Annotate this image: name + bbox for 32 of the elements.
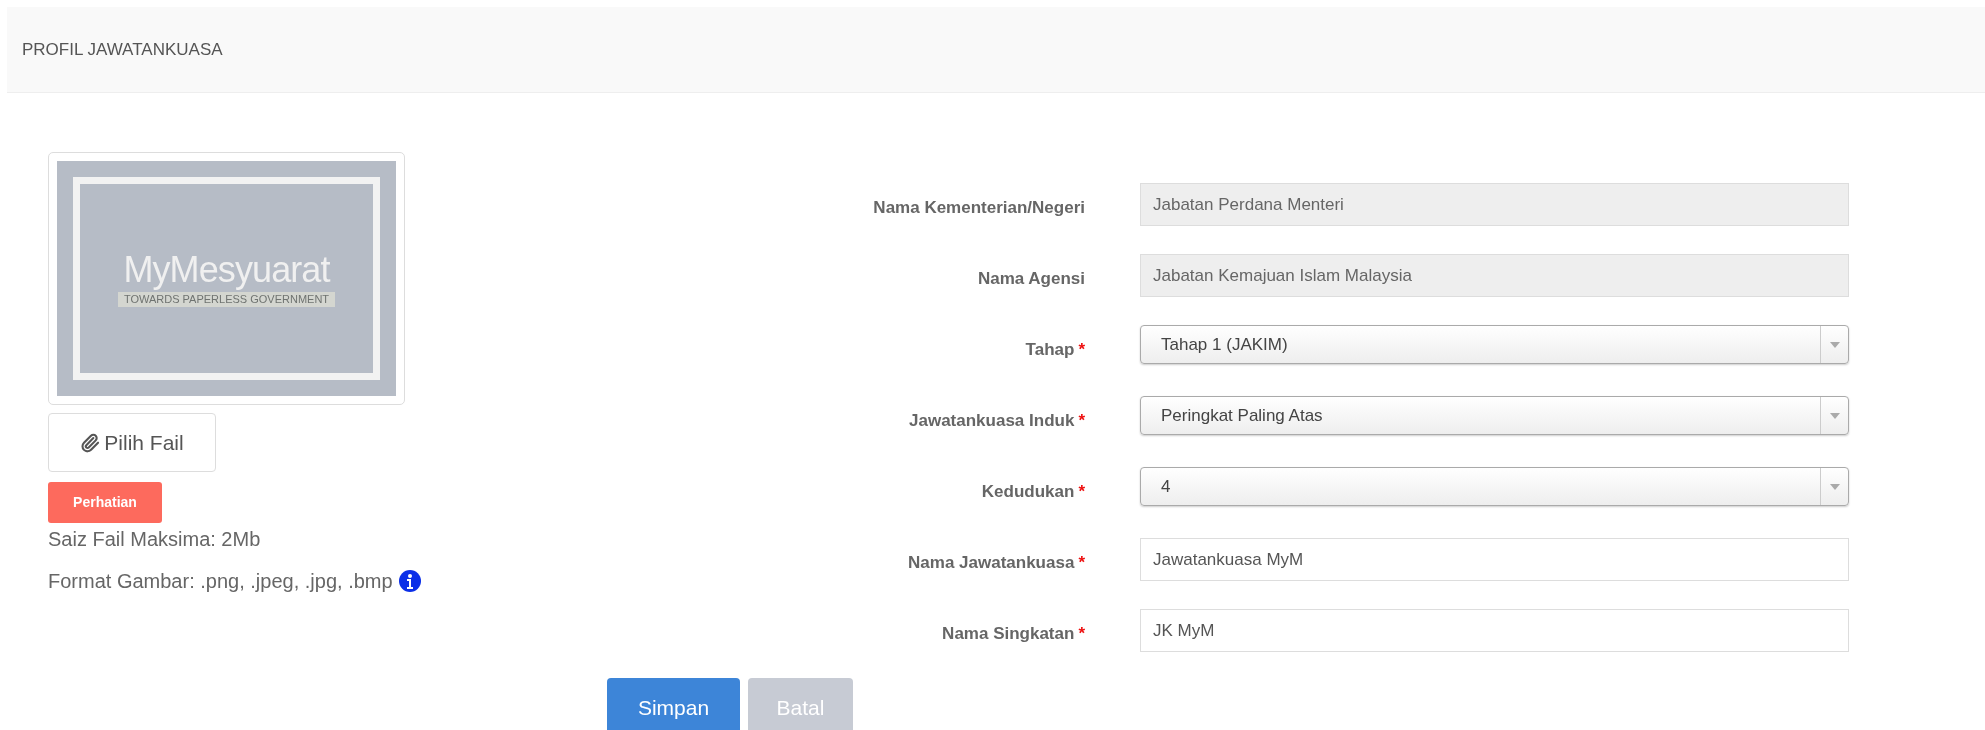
notice-text: Format Gambar: .png, .jpeg, .jpg, .bmp [48, 569, 393, 593]
field-label: Nama Jawatankuasa [908, 552, 1075, 574]
field-label: Nama Agensi [977, 268, 1085, 290]
notice-badge: Perhatian [48, 482, 162, 523]
info-icon [398, 570, 421, 592]
paperclip-icon [80, 432, 101, 453]
field-label: Jawatankuasa Induk [909, 410, 1075, 432]
caret-icon [1829, 412, 1840, 419]
input-field[interactable]: Jawatankuasa MyM [1140, 538, 1849, 581]
logo-tagline: TOWARDS PAPERLESS GOVERNMENT [117, 292, 336, 307]
input-field[interactable]: Jabatan Perdana Menteri [1140, 183, 1849, 226]
page-title: PROFIL JAWATANKUASA [22, 38, 223, 61]
field-label: Nama Kementerian/Negeri [873, 197, 1085, 219]
required-mark: * [1078, 481, 1085, 503]
input-field[interactable]: JK MyM [1140, 609, 1849, 652]
logo-title: MyMesyuarat [123, 250, 330, 290]
save-button[interactable]: Simpan [607, 678, 740, 730]
choose-file-button[interactable]: Pilih Fail [48, 413, 216, 472]
caret-icon [1829, 483, 1840, 490]
required-mark: * [1078, 339, 1085, 361]
select-field[interactable]: Tahap 1 (JAKIM) [1140, 325, 1849, 364]
caret-icon [1829, 341, 1840, 348]
required-mark: * [1078, 410, 1085, 432]
notice-text: Saiz Fail Maksima: 2Mb [48, 527, 261, 551]
field-label: Nama Singkatan [942, 623, 1075, 645]
select-field[interactable]: 4 [1140, 467, 1849, 506]
field-label: Tahap [1025, 339, 1075, 361]
select-field[interactable]: Peringkat Paling Atas [1140, 396, 1849, 435]
input-field[interactable]: Jabatan Kemajuan Islam Malaysia [1140, 254, 1849, 297]
field-label: Kedudukan [981, 481, 1075, 503]
required-mark: * [1078, 552, 1085, 574]
required-mark: * [1078, 623, 1085, 645]
